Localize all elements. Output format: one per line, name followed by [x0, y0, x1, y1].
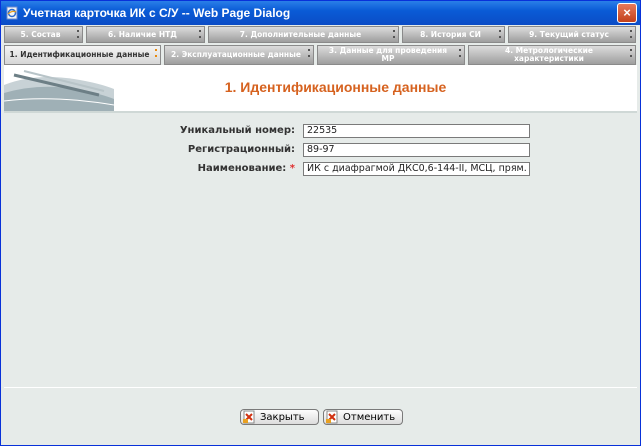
registration-label: Регистрационный:: [187, 144, 295, 155]
registration-input[interactable]: 89-97: [303, 143, 530, 157]
close-doc-icon: [243, 410, 255, 424]
ie-page-icon: [6, 6, 18, 20]
tab-grip-icon: [308, 49, 310, 57]
unique-number-label: Уникальный номер:: [179, 125, 295, 136]
tab-grip-icon: [77, 30, 79, 38]
form-row-name: Наименование: * ИК с диафрагмой ДКС0,6-1…: [4, 161, 637, 177]
tabs-row-bottom: 1. Идентификационные данные 2. Эксплуата…: [4, 44, 637, 65]
tab-grip-icon: [459, 49, 461, 57]
name-label: Наименование: *: [198, 161, 295, 177]
tab-additional-data[interactable]: 7. Дополнительные данные: [208, 26, 399, 43]
tab-sostav[interactable]: 5. Состав: [4, 26, 83, 43]
tab-grip-icon: [393, 30, 395, 38]
unique-number-input[interactable]: 22535: [303, 124, 530, 138]
name-label-text: Наименование:: [197, 163, 287, 174]
tab-label: 7. Дополнительные данные: [239, 29, 362, 39]
tab-grip-icon: [630, 49, 632, 57]
tab-current-status[interactable]: 9. Текущий статус: [508, 26, 636, 43]
section-banner: 1. Идентификационные данные: [4, 65, 637, 113]
tab-nalichie-ntd[interactable]: 6. Наличие НТД: [86, 26, 205, 43]
tab-history[interactable]: 8. История СИ: [402, 26, 505, 43]
close-button[interactable]: Закрыть: [240, 409, 319, 425]
tab-identification-data[interactable]: 1. Идентификационные данные: [4, 45, 161, 65]
title-bar[interactable]: Учетная карточка ИК с С/У -- Web Page Di…: [1, 1, 640, 25]
tab-label: 3. Данные для проведения МР: [328, 46, 448, 63]
tab-mr-data[interactable]: 3. Данные для проведения МР: [317, 45, 465, 65]
dialog-footer: Закрыть Отменить: [4, 387, 637, 443]
close-window-button[interactable]: ×: [617, 3, 637, 23]
cancel-doc-icon: [326, 410, 338, 424]
name-input[interactable]: ИК с диафрагмой ДКС0,6-144-II, МСЦ, прям…: [303, 162, 530, 176]
tab-grip-icon: [199, 30, 201, 38]
required-marker: *: [289, 163, 295, 174]
cancel-button-label: Отменить: [343, 411, 396, 423]
tab-grip-icon: [630, 30, 632, 38]
close-button-label: Закрыть: [260, 411, 305, 423]
tab-metrological-characteristics[interactable]: 4. Метрологические характеристики: [468, 45, 636, 65]
section-title: 1. Идентификационные данные: [224, 79, 447, 95]
dialog-window: Учетная карточка ИК с С/У -- Web Page Di…: [0, 0, 641, 446]
tab-grip-icon: [155, 49, 157, 57]
tab-label: 4. Метрологические характеристики: [504, 46, 594, 63]
window-title: Учетная карточка ИК с С/У -- Web Page Di…: [23, 6, 291, 20]
tab-label: 5. Состав: [20, 29, 61, 39]
form-row-unique-number: Уникальный номер: 22535: [4, 123, 637, 139]
tab-label: 8. История СИ: [420, 29, 481, 39]
form-row-registration: Регистрационный: 89-97: [4, 142, 637, 158]
tab-operational-data[interactable]: 2. Эксплуатационные данные: [164, 45, 314, 65]
tab-label: 6. Наличие НТД: [108, 29, 177, 39]
tab-grip-icon: [499, 30, 501, 38]
tab-label: 2. Эксплуатационные данные: [171, 50, 301, 59]
tab-label: 1. Идентификационные данные: [9, 50, 150, 59]
tabs-row-top: 5. Состав 6. Наличие НТД 7. Дополнительн…: [4, 25, 637, 44]
cancel-button[interactable]: Отменить: [323, 409, 403, 425]
tab-label: 9. Текущий статус: [529, 29, 609, 39]
form-area: Уникальный номер: 22535 Регистрационный:…: [4, 113, 637, 387]
